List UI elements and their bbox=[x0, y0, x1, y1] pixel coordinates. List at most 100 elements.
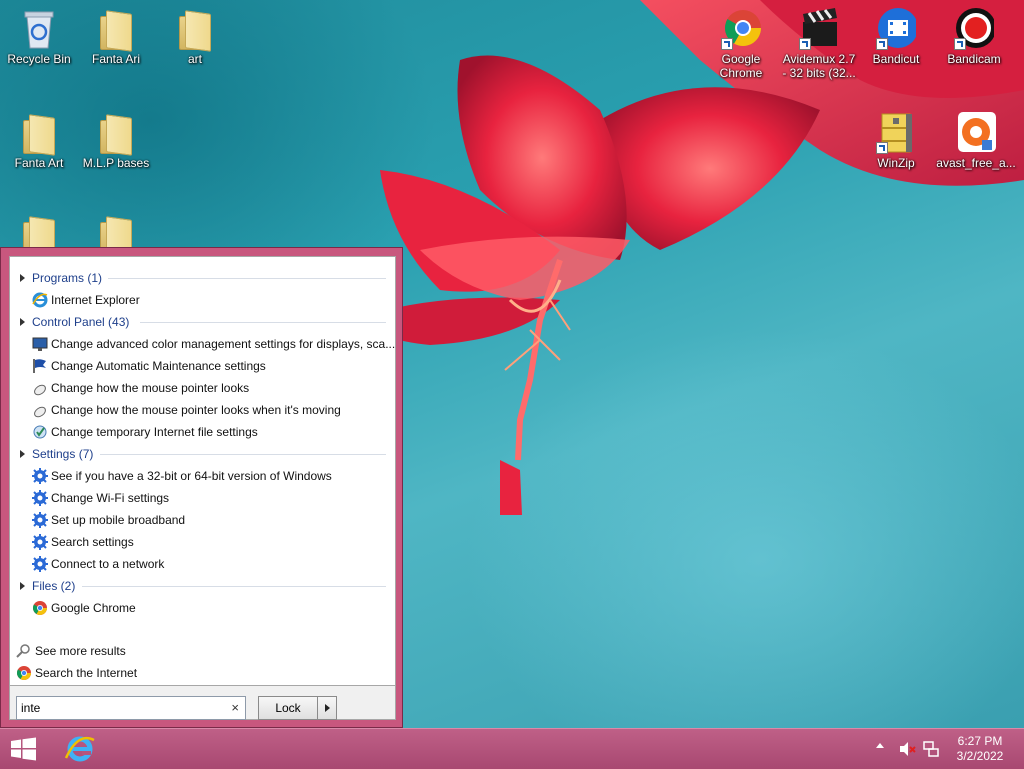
result-label: Change temporary Internet file settings bbox=[51, 425, 258, 439]
clear-search-icon[interactable]: × bbox=[231, 700, 239, 715]
expand-triangle-icon bbox=[20, 582, 25, 590]
icon-label: Fanta Ari bbox=[91, 52, 141, 66]
search-input[interactable]: inte × bbox=[16, 696, 246, 720]
lock-button[interactable]: Lock bbox=[258, 696, 318, 720]
search-bar-row: inte × Lock bbox=[9, 686, 396, 720]
internet-explorer-icon bbox=[64, 736, 95, 762]
taskbar: 6:27 PM 3/2/2022 bbox=[0, 728, 1024, 769]
search-internet-label: Search the Internet bbox=[35, 666, 138, 680]
bandicut-icon bbox=[876, 6, 918, 50]
result-mouse-pointer-looks[interactable]: Change how the mouse pointer looks bbox=[32, 378, 392, 398]
group-header-files[interactable]: Files (2) bbox=[20, 577, 75, 595]
icon-label: Recycle Bin bbox=[7, 52, 71, 66]
internet-options-icon bbox=[32, 424, 48, 440]
icon-label: M.L.P bases bbox=[82, 156, 150, 170]
group-header-label: Settings (7) bbox=[32, 447, 94, 461]
gear-icon bbox=[32, 556, 48, 572]
desktop-icon-fanta-ari[interactable]: Fanta Ari bbox=[78, 6, 154, 66]
result-mouse-pointer-moving[interactable]: Change how the mouse pointer looks when … bbox=[32, 400, 392, 420]
desktop-icon-recycle-bin[interactable]: Recycle Bin bbox=[1, 6, 77, 66]
desktop-icon-avidemux[interactable]: Avidemux 2.7 - 32 bits (32... bbox=[780, 6, 858, 80]
folder-icon bbox=[19, 110, 59, 156]
see-more-results-link[interactable]: See more results bbox=[16, 641, 216, 661]
result-32-64-bit[interactable]: See if you have a 32-bit or 64-bit versi… bbox=[32, 466, 392, 486]
expand-triangle-icon bbox=[20, 318, 25, 326]
group-header-label: Files (2) bbox=[32, 579, 76, 593]
divider bbox=[108, 278, 386, 279]
result-label: Change Automatic Maintenance settings bbox=[51, 359, 266, 373]
result-connect-network[interactable]: Connect to a network bbox=[32, 554, 392, 574]
chrome-icon bbox=[16, 665, 32, 681]
clock-time: 6:27 PM bbox=[957, 734, 1003, 748]
icon-label: Google bbox=[721, 52, 761, 66]
icon-label: Avidemux 2.7 bbox=[782, 52, 856, 66]
monitor-icon bbox=[32, 336, 48, 352]
mouse-icon bbox=[32, 402, 48, 418]
icon-label: avast_free_a... bbox=[936, 156, 1016, 170]
result-label: Change advanced color management setting… bbox=[51, 337, 396, 351]
result-label: Internet Explorer bbox=[51, 293, 140, 307]
power-options-arrow-button[interactable] bbox=[317, 696, 337, 720]
result-file-google-chrome[interactable]: Google Chrome bbox=[32, 598, 392, 618]
gear-icon bbox=[32, 512, 48, 528]
chrome-icon bbox=[32, 600, 48, 616]
result-label: Search settings bbox=[51, 535, 134, 549]
icon-label: - 32 bits (32... bbox=[782, 66, 856, 80]
desktop-icon-winzip[interactable]: WinZip bbox=[858, 110, 934, 170]
group-header-label: Control Panel (43) bbox=[32, 315, 130, 329]
icon-label: Fanta Art bbox=[14, 156, 64, 170]
desktop-icon-bandicut[interactable]: Bandicut bbox=[858, 6, 934, 66]
result-color-management[interactable]: Change advanced color management setting… bbox=[32, 334, 396, 354]
result-search-settings[interactable]: Search settings bbox=[32, 532, 392, 552]
flag-icon bbox=[32, 358, 48, 374]
desktop-icon-art[interactable]: art bbox=[157, 6, 233, 66]
volume-muted-icon[interactable] bbox=[898, 740, 916, 758]
desktop-icon-bandicam[interactable]: Bandicam bbox=[936, 6, 1012, 66]
mouse-icon bbox=[32, 380, 48, 396]
divider bbox=[82, 586, 386, 587]
gear-icon bbox=[32, 534, 48, 550]
chrome-icon bbox=[721, 6, 761, 50]
internet-explorer-taskbar-button[interactable] bbox=[64, 734, 96, 764]
result-mobile-broadband[interactable]: Set up mobile broadband bbox=[32, 510, 392, 530]
group-header-settings[interactable]: Settings (7) bbox=[20, 445, 93, 463]
network-icon[interactable] bbox=[922, 740, 940, 758]
icon-label: Bandicam bbox=[947, 52, 1001, 66]
result-label: Change how the mouse pointer looks bbox=[51, 381, 250, 395]
desktop-icon-avast[interactable]: avast_free_a... bbox=[936, 110, 1016, 170]
result-wifi-settings[interactable]: Change Wi-Fi settings bbox=[32, 488, 392, 508]
desktop-icon-fanta-art[interactable]: Fanta Art bbox=[1, 110, 77, 170]
icon-label: Bandicut bbox=[872, 52, 920, 66]
divider bbox=[140, 322, 386, 323]
folder-icon bbox=[96, 110, 136, 156]
search-input-value: inte bbox=[21, 701, 41, 715]
start-button[interactable] bbox=[10, 737, 38, 761]
result-temp-internet-files[interactable]: Change temporary Internet file settings bbox=[32, 422, 392, 442]
desktop-icon-google-chrome[interactable]: Google Chrome bbox=[703, 6, 779, 80]
result-label: Set up mobile broadband bbox=[51, 513, 186, 527]
group-header-label: Programs (1) bbox=[32, 271, 103, 285]
expand-triangle-icon bbox=[20, 450, 25, 458]
result-internet-explorer[interactable]: Internet Explorer bbox=[32, 290, 392, 310]
divider bbox=[100, 454, 386, 455]
result-automatic-maintenance[interactable]: Change Automatic Maintenance settings bbox=[32, 356, 392, 376]
windows-logo-icon bbox=[11, 737, 36, 761]
group-header-control-panel[interactable]: Control Panel (43) bbox=[20, 313, 129, 331]
result-label: Connect to a network bbox=[51, 557, 165, 571]
show-hidden-icons-button[interactable] bbox=[876, 743, 884, 748]
bandicam-icon bbox=[954, 6, 996, 50]
gear-icon bbox=[32, 490, 48, 506]
avast-icon bbox=[956, 110, 996, 154]
desktop-icon-mlp-bases[interactable]: M.L.P bases bbox=[78, 110, 154, 170]
search-internet-link[interactable]: Search the Internet bbox=[16, 663, 216, 683]
folder-icon bbox=[175, 6, 215, 52]
group-header-programs[interactable]: Programs (1) bbox=[20, 269, 102, 287]
clock[interactable]: 6:27 PM 3/2/2022 bbox=[950, 734, 1010, 764]
result-label: Change how the mouse pointer looks when … bbox=[51, 403, 341, 417]
icon-label: Chrome bbox=[719, 66, 763, 80]
winzip-icon bbox=[876, 110, 916, 154]
recycle-bin-icon bbox=[19, 6, 59, 50]
icon-label: art bbox=[187, 52, 202, 66]
result-label: See if you have a 32-bit or 64-bit versi… bbox=[51, 469, 332, 483]
expand-triangle-icon bbox=[20, 274, 25, 282]
